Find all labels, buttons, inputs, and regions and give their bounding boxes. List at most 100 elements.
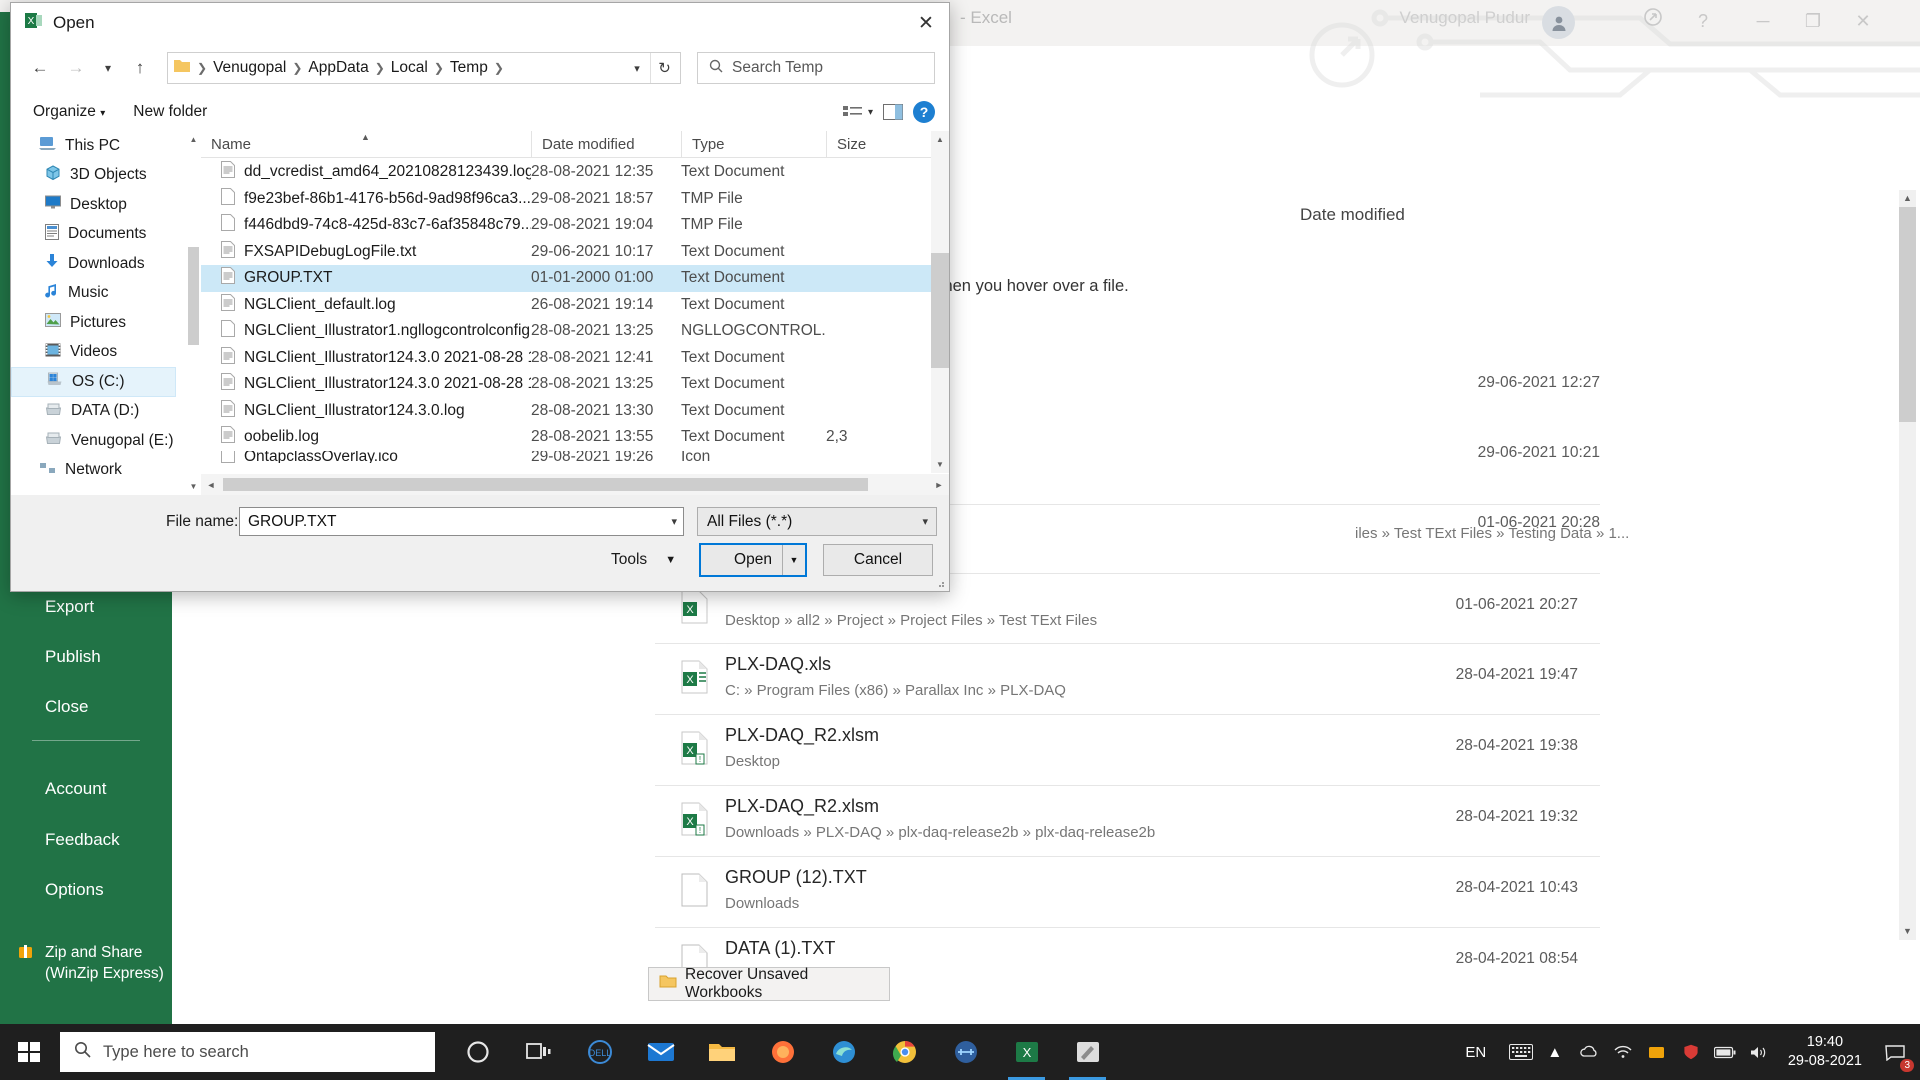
paint-icon[interactable] [1057, 1024, 1118, 1080]
scroll-right-arrow[interactable]: ► [929, 480, 949, 490]
table-row[interactable]: oobelib.log 28-08-2021 13:55 Text Docume… [201, 424, 931, 451]
winzip-tray-icon[interactable] [1640, 1024, 1674, 1080]
help-icon[interactable]: ? [913, 101, 935, 123]
recent-locations-chevron-down-icon[interactable]: ▾ [97, 53, 119, 83]
table-row[interactable]: NGLClient_Illustrator124.3.0 2021-08-28 … [201, 371, 931, 398]
column-header-name[interactable]: Name ▲ [201, 131, 531, 158]
file-list-vertical-scrollbar[interactable]: ▲ ▼ [931, 131, 949, 473]
table-row[interactable]: OntapclassOverlay.ico 29-08-2021 19:26 I… [201, 450, 931, 463]
backstage-item-account[interactable]: Account [0, 774, 172, 804]
backstage-item-feedback[interactable]: Feedback [0, 825, 172, 855]
scroll-down-arrow[interactable]: ▼ [931, 456, 949, 473]
table-row[interactable]: NGLClient_default.log 26-08-2021 19:14 T… [201, 292, 931, 319]
sidebar-item-videos[interactable]: Videos [11, 338, 201, 368]
breadcrumb-item-appdata[interactable]: AppData [305, 59, 371, 77]
minimize-button[interactable]: ─ [1746, 6, 1780, 36]
arduino-icon[interactable] [935, 1024, 996, 1080]
show-hidden-icons-chevron-up-icon[interactable]: ▲ [1538, 1024, 1572, 1080]
sidebar-item-documents[interactable]: Documents [11, 220, 201, 250]
scroll-left-arrow[interactable]: ◄ [201, 480, 221, 490]
file-type-filter-select[interactable]: All Files (*.*) ▾ [697, 507, 937, 536]
mail-icon[interactable] [630, 1024, 691, 1080]
breadcrumb-item-local[interactable]: Local [388, 59, 431, 77]
share-icon[interactable] [1636, 6, 1670, 36]
dell-icon[interactable]: DELL [569, 1024, 630, 1080]
antivirus-shield-icon[interactable] [1674, 1024, 1708, 1080]
sidebar-item-downloads[interactable]: Downloads [11, 249, 201, 279]
edge-icon[interactable] [813, 1024, 874, 1080]
sidebar-item-data-d[interactable]: DATA (D:) [11, 397, 201, 427]
cancel-button[interactable]: Cancel [823, 544, 933, 576]
chrome-icon[interactable] [874, 1024, 935, 1080]
table-row[interactable]: NGLClient_Illustrator124.3.0 2021-08-28 … [201, 345, 931, 372]
scroll-down-arrow[interactable]: ▼ [1899, 923, 1916, 940]
list-item[interactable]: GROUP (12).TXT Downloads 28-04-2021 10:4… [655, 856, 1600, 927]
backstage-item-export[interactable]: Export [0, 592, 172, 622]
onedrive-icon[interactable] [1572, 1024, 1606, 1080]
sidebar-item-os-c[interactable]: OS (C:) [11, 367, 176, 397]
backstage-item-options[interactable]: Options [0, 875, 172, 905]
change-view-button[interactable]: ▾ [842, 105, 873, 120]
sidebar-item-music[interactable]: Music [11, 279, 201, 309]
chevron-down-icon[interactable]: ▾ [922, 508, 928, 535]
backstage-item-zip-and-share[interactable]: Zip and Share (WinZip Express) [0, 942, 172, 984]
scroll-down-arrow[interactable]: ▼ [186, 478, 201, 495]
column-header-date-modified[interactable]: Date modified [531, 130, 681, 158]
scroll-up-arrow[interactable]: ▲ [1899, 190, 1916, 207]
maximize-button[interactable]: ❐ [1796, 6, 1830, 36]
touch-keyboard-icon[interactable] [1504, 1024, 1538, 1080]
table-row[interactable]: f446dbd9-74c8-425d-83c7-6af35848c79... 2… [201, 212, 931, 239]
taskbar-clock[interactable]: 19:40 29-08-2021 [1776, 1033, 1874, 1071]
sidebar-item-desktop[interactable]: Desktop [11, 190, 201, 220]
sidebar-item-3d-objects[interactable]: 3D Objects [11, 161, 201, 191]
scroll-thumb[interactable] [223, 478, 868, 491]
breadcrumb[interactable]: ❯ Venugopal ❯ AppData ❯ Local ❯ Temp ❯ ▾… [167, 52, 681, 84]
open-dropdown-arrow[interactable]: ▼ [782, 545, 805, 575]
table-row[interactable]: FXSAPIDebugLogFile.txt 29-06-2021 10:17 … [201, 239, 931, 266]
breadcrumb-item-venugopal[interactable]: Venugopal [210, 59, 289, 77]
preview-pane-button[interactable] [883, 104, 903, 120]
search-input[interactable]: Search Temp [697, 52, 935, 84]
scroll-thumb[interactable] [188, 247, 199, 345]
back-button[interactable]: ← [25, 53, 55, 83]
task-view-icon[interactable] [508, 1024, 569, 1080]
network-icon[interactable] [1606, 1024, 1640, 1080]
scroll-thumb[interactable] [931, 253, 949, 368]
close-icon[interactable]: ✕ [903, 3, 949, 43]
scroll-up-arrow[interactable]: ▲ [931, 131, 949, 148]
backstage-item-publish[interactable]: Publish [0, 642, 172, 672]
chevron-down-icon[interactable]: ▾ [671, 508, 677, 535]
forward-button[interactable]: → [61, 53, 91, 83]
new-folder-button[interactable]: New folder [133, 103, 207, 121]
list-item[interactable]: X! PLX-DAQ_R2.xlsm Desktop 28-04-2021 19… [655, 714, 1600, 785]
list-item[interactable]: X! PLX-DAQ_R2.xlsm Downloads » PLX-DAQ »… [655, 785, 1600, 856]
table-row[interactable]: f9e23bef-86b1-4176-b56d-9ad98f96ca3... 2… [201, 186, 931, 213]
sidebar-item-network[interactable]: Network [11, 456, 201, 486]
notifications-button[interactable]: 3 [1874, 1024, 1916, 1080]
refresh-icon[interactable]: ↻ [650, 53, 678, 83]
breadcrumb-item-temp[interactable]: Temp [447, 59, 491, 77]
battery-icon[interactable] [1708, 1024, 1742, 1080]
sidebar-item-this-pc[interactable]: This PC [11, 131, 201, 161]
navigation-pane-scrollbar[interactable]: ▲ ▼ [186, 131, 201, 495]
file-explorer-icon[interactable] [691, 1024, 752, 1080]
scroll-thumb[interactable] [1899, 207, 1916, 422]
close-button[interactable]: ✕ [1846, 6, 1880, 36]
language-indicator[interactable]: EN [1448, 1044, 1504, 1061]
table-row[interactable]: dd_vcredist_amd64_20210828123439.log 28-… [201, 159, 931, 186]
file-name-input[interactable]: GROUP.TXT ▾ [239, 507, 684, 536]
recover-unsaved-workbooks-button[interactable]: Recover Unsaved Workbooks [648, 966, 890, 1001]
resize-grip[interactable] [934, 576, 946, 588]
sidebar-item-pictures[interactable]: Pictures [11, 308, 201, 338]
avatar[interactable] [1542, 6, 1575, 39]
cortana-icon[interactable] [447, 1024, 508, 1080]
open-button[interactable]: Open ▼ [699, 543, 807, 577]
recent-list-scrollbar[interactable]: ▲ ▼ [1899, 190, 1916, 940]
scroll-up-arrow[interactable]: ▲ [186, 131, 201, 148]
excel-icon[interactable]: X [996, 1024, 1057, 1080]
backstage-item-close[interactable]: Close [0, 692, 172, 722]
breadcrumb-chevron-down-icon[interactable]: ▾ [626, 53, 648, 83]
table-row[interactable]: NGLClient_Illustrator1.ngllogcontrolconf… [201, 318, 931, 345]
volume-icon[interactable] [1742, 1024, 1776, 1080]
chevron-down-icon[interactable]: ▼ [665, 554, 676, 566]
